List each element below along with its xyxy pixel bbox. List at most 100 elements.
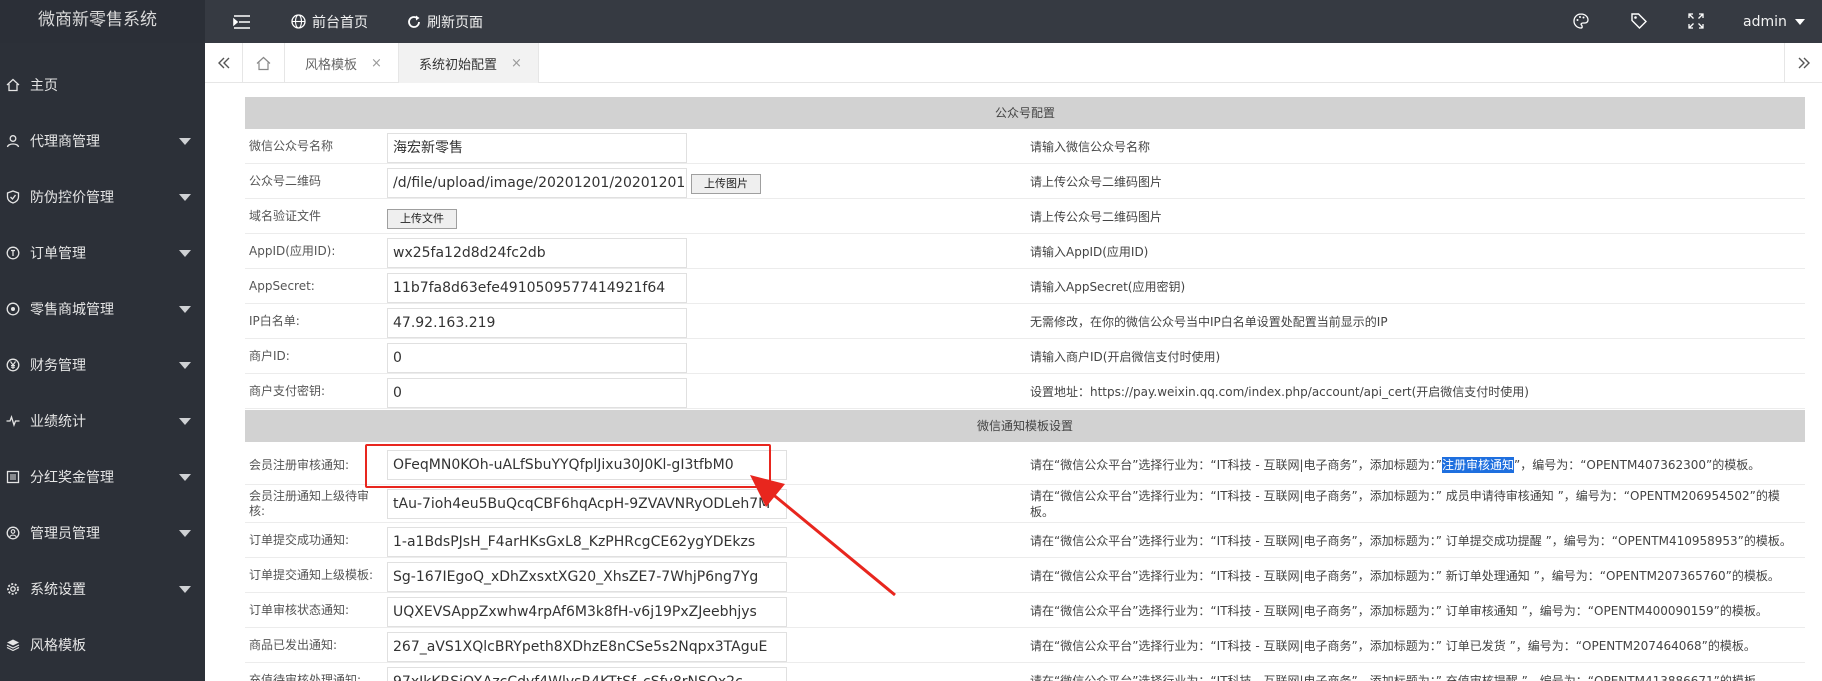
field-hint: 请输入AppID(应用ID) <box>1030 244 1149 259</box>
home-icon <box>6 78 20 92</box>
form-row: 域名验证文件 上传文件 请上传公众号二维码图片 <box>245 199 1805 234</box>
ip-whitelist-input[interactable]: 47.92.163.219 <box>387 308 687 338</box>
globe-icon <box>291 14 306 29</box>
field-label: 商户ID: <box>249 349 290 363</box>
form-row: 商品已发出通知: 267_aVS1XQlcBRYpeth8XDhzE8nCSe5… <box>245 628 1805 663</box>
sidebar-item-settings[interactable]: 系统设置 <box>0 561 205 617</box>
caret-down-icon <box>179 530 191 537</box>
annotation-arrow <box>750 475 896 597</box>
sidebar-item-label: 主页 <box>30 78 58 94</box>
field-hint: 请在“微信公众平台”选择行业为：“IT科技 - 互联网|电子商务”，添加标题为：… <box>1030 533 1792 548</box>
field-hint: 请上传公众号二维码图片 <box>1030 174 1163 189</box>
form-row: IP白名单: 47.92.163.219 无需修改，在你的微信公众号当中IP白名… <box>245 304 1805 339</box>
front-home-link[interactable]: 前台首页 <box>291 0 368 43</box>
sidebar-item-anticounterfeit[interactable]: 防伪控价管理 <box>0 169 205 225</box>
form-row: 会员注册通知上级待审核: tAu-7ioh4eu5BuQcqCBF6hqAcpH… <box>245 485 1805 523</box>
user-menu[interactable]: admin <box>1743 0 1805 43</box>
close-icon[interactable]: × <box>511 56 522 71</box>
field-hint: 请在“微信公众平台”选择行业为：“IT科技 - 互联网|电子商务”，添加标题为：… <box>1030 603 1768 618</box>
refresh-icon <box>408 15 420 28</box>
tab-label: 风格模板 <box>305 57 358 73</box>
username: admin <box>1743 13 1787 30</box>
sidebar-item-agents[interactable]: 代理商管理 <box>0 113 205 169</box>
sidebar-item-label: 代理商管理 <box>30 134 100 150</box>
sidebar-item-label: 防伪控价管理 <box>30 190 114 206</box>
sidebar-item-orders[interactable]: 订单管理 <box>0 225 205 281</box>
order-audit-status-input[interactable]: UQXEVSAppZxwhw4rpAf6M3k8fH-v6j19PxZJeebh… <box>387 597 787 627</box>
pulse-icon <box>6 414 20 428</box>
menu-toggle-icon <box>233 14 250 29</box>
tabs-scroll-right-button[interactable] <box>1784 43 1822 83</box>
appid-input[interactable]: wx25fa12d8d24fc2db <box>387 238 687 268</box>
goods-shipped-input[interactable]: 267_aVS1XQlcBRYpeth8XDhzE8nCSe5s2Nqpx3TA… <box>387 632 787 662</box>
yen-icon <box>6 358 20 372</box>
sidebar-item-dividend[interactable]: 分红奖金管理 <box>0 449 205 505</box>
caret-down-icon <box>179 586 191 593</box>
front-home-label: 前台首页 <box>312 14 368 31</box>
form-row: 订单提交成功通知: 1-a1BdsPJsH_F4arHKsGxL8_KzPHRc… <box>245 523 1805 558</box>
caret-down-icon <box>179 362 191 369</box>
form-row: 订单审核状态通知: UQXEVSAppZxwhw4rpAf6M3k8fH-v6j… <box>245 593 1805 628</box>
config-form: 公众号配置 微信公众号名称 海宏新零售 请输入微信公众号名称 公众号二维码 /d… <box>205 84 1822 681</box>
field-hint: 请上传公众号二维码图片 <box>1030 209 1163 224</box>
upload-file-button[interactable]: 上传文件 <box>387 209 457 229</box>
user-icon <box>6 134 20 148</box>
home-icon <box>256 56 271 70</box>
sidebar-item-retail-mall[interactable]: 零售商城管理 <box>0 281 205 337</box>
field-label: 充值待审核处理通知: <box>249 673 362 681</box>
recharge-audit-input[interactable]: 97xJkKRSiOXAzcCdvf4WlvsR4KTtSf_cSfv8rNSO… <box>387 667 787 681</box>
field-label: 商户支付密钥: <box>249 384 326 398</box>
tab-home[interactable] <box>243 43 285 83</box>
order-submit-success-input[interactable]: 1-a1BdsPJsH_F4arHKsGxL8_KzPHRcgCE62ygYDE… <box>387 527 787 557</box>
merchant-key-input[interactable]: 0 <box>387 378 687 408</box>
field-hint: 请在“微信公众平台”选择行业为：“IT科技 - 互联网|电子商务”，添加标题为：… <box>1030 673 1768 681</box>
sidebar-item-style-template[interactable]: 风格模板 <box>0 617 205 673</box>
field-label: AppSecret: <box>249 279 315 293</box>
tab-system-init-config[interactable]: 系统初始配置 × <box>399 43 539 83</box>
tab-style-template[interactable]: 风格模板 × <box>285 43 399 83</box>
annotation-highlight-box <box>365 444 771 488</box>
form-row: 微信公众号名称 海宏新零售 请输入微信公众号名称 <box>245 129 1805 164</box>
sidebar-menu: 主页 代理商管理 防伪控价管理 订单管理 零售商城管理 财务管理 业绩统计 分红… <box>0 57 205 673</box>
close-icon[interactable]: × <box>371 56 382 71</box>
section-header-official-account: 公众号配置 <box>245 97 1805 129</box>
form-row: 订单提交通知上级模板: Sg-167IEgoQ_xDhZxsxtXG20_Xhs… <box>245 558 1805 593</box>
sidebar-item-admins[interactable]: 管理员管理 <box>0 505 205 561</box>
caret-down-icon <box>1794 18 1805 25</box>
form-row: 商户支付密钥: 0 设置地址：https://pay.weixin.qq.com… <box>245 374 1805 409</box>
field-label: 订单审核状态通知: <box>249 603 350 617</box>
admin-icon <box>6 526 20 540</box>
caret-down-icon <box>179 418 191 425</box>
double-chevron-left-icon <box>217 57 229 69</box>
refresh-label: 刷新页面 <box>427 14 483 31</box>
field-hint: 设置地址：https://pay.weixin.qq.com/index.php… <box>1030 384 1529 399</box>
fullscreen-icon[interactable] <box>1687 12 1705 30</box>
register-notify-superior-input[interactable]: tAu-7ioh4eu5BuQcqCBF6hqAcpH-9ZVAVNRyODLe… <box>387 489 787 519</box>
refresh-page-button[interactable]: 刷新页面 <box>407 0 483 43</box>
sidebar-item-finance[interactable]: 财务管理 <box>0 337 205 393</box>
form-row: 商户ID: 0 请输入商户ID(开启微信支付时使用) <box>245 339 1805 374</box>
order-notify-superior-input[interactable]: Sg-167IEgoQ_xDhZxsxtXG20_XhsZE7-7WhjP6ng… <box>387 562 787 592</box>
section-header-notification-templates: 微信通知模板设置 <box>245 410 1805 442</box>
order-icon <box>6 246 20 260</box>
sidebar-item-label: 系统设置 <box>30 582 86 598</box>
upload-image-button[interactable]: 上传图片 <box>691 174 761 194</box>
tabs-scroll-left-button[interactable] <box>205 43 243 83</box>
shield-icon <box>6 190 20 204</box>
caret-down-icon <box>179 138 191 145</box>
brand-title: 微商新零售系统 <box>0 0 205 43</box>
theme-palette-icon[interactable] <box>1572 12 1590 30</box>
menu-toggle-button[interactable] <box>233 0 257 43</box>
tag-icon[interactable] <box>1630 12 1648 30</box>
sidebar-item-label: 风格模板 <box>30 638 86 654</box>
sidebar: 微商新零售系统 主页 代理商管理 防伪控价管理 订单管理 零售商城管理 财务管理… <box>0 0 205 681</box>
sidebar-item-home[interactable]: 主页 <box>0 57 205 113</box>
account-name-input[interactable]: 海宏新零售 <box>387 133 687 163</box>
top-header: 前台首页 刷新页面 admin <box>205 0 1822 43</box>
qrcode-path-input[interactable]: /d/file/upload/image/20201201/202012011 <box>387 168 687 198</box>
sidebar-item-performance[interactable]: 业绩统计 <box>0 393 205 449</box>
merchant-id-input[interactable]: 0 <box>387 343 687 373</box>
layers-icon <box>6 638 20 652</box>
appsecret-input[interactable]: 11b7fa8d63efe4910509577414921f64 <box>387 273 687 303</box>
field-label: 商品已发出通知: <box>249 638 338 652</box>
